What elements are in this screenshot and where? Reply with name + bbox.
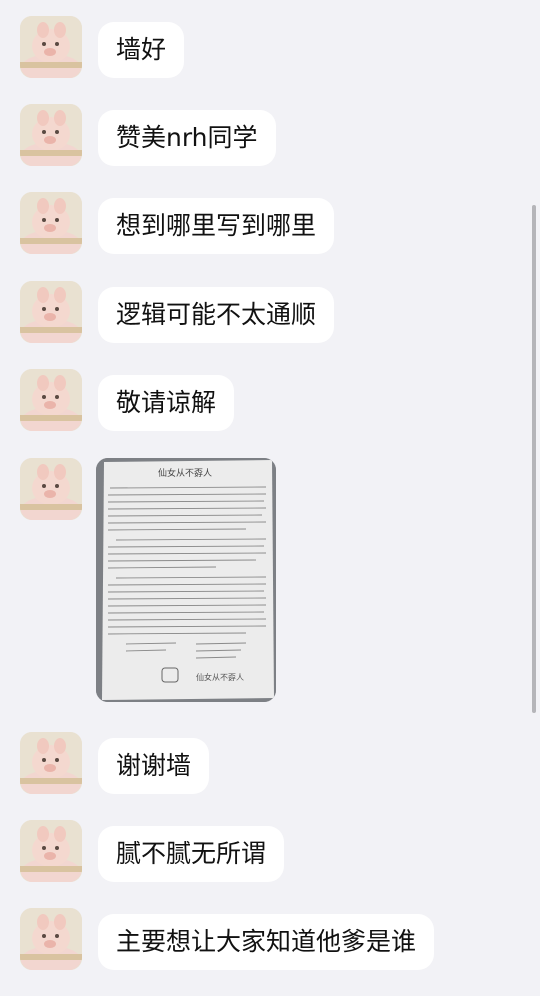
scrollbar[interactable] [532, 205, 536, 713]
cartoon-pig-avatar-icon[interactable] [20, 732, 82, 794]
message-bubble[interactable]: 腻不腻无所谓 [98, 826, 285, 882]
cartoon-pig-avatar-icon[interactable] [20, 16, 82, 78]
message-bubble[interactable]: 谢谢墙 [98, 738, 210, 794]
cartoon-pig-avatar-icon[interactable] [20, 820, 82, 882]
message-bubble[interactable]: 想到哪里写到哪里 [98, 198, 335, 254]
message-bubble[interactable]: 逻辑可能不太通顺 [98, 287, 335, 343]
message-bubble[interactable]: 敬请谅解 [98, 375, 235, 431]
cartoon-pig-avatar-icon[interactable] [20, 104, 82, 166]
message-bubble[interactable]: 赞美nrh同学 [98, 110, 276, 166]
letter-title: 仙女从不孬人 [158, 467, 212, 479]
letter-signature: 仙女从不孬人 [196, 672, 244, 682]
cartoon-pig-avatar-icon[interactable] [20, 369, 82, 431]
cartoon-pig-avatar-icon[interactable] [20, 281, 82, 343]
cartoon-pig-avatar-icon[interactable] [20, 458, 82, 520]
chat-message-list: 墙好 赞美nrh同学 想到哪里写到哪里 逻辑可能不太通顺 敬请谅解 仙女从不孬人… [0, 0, 540, 996]
cartoon-pig-avatar-icon[interactable] [20, 908, 82, 970]
message-bubble[interactable]: 主要想让大家知道他爹是谁 [98, 914, 435, 970]
handwritten-letter-photo-icon[interactable]: 仙女从不孬人 仙女从不孬人 [96, 458, 276, 702]
cartoon-pig-avatar-icon[interactable] [20, 192, 82, 254]
message-bubble[interactable]: 墙好 [98, 22, 185, 78]
